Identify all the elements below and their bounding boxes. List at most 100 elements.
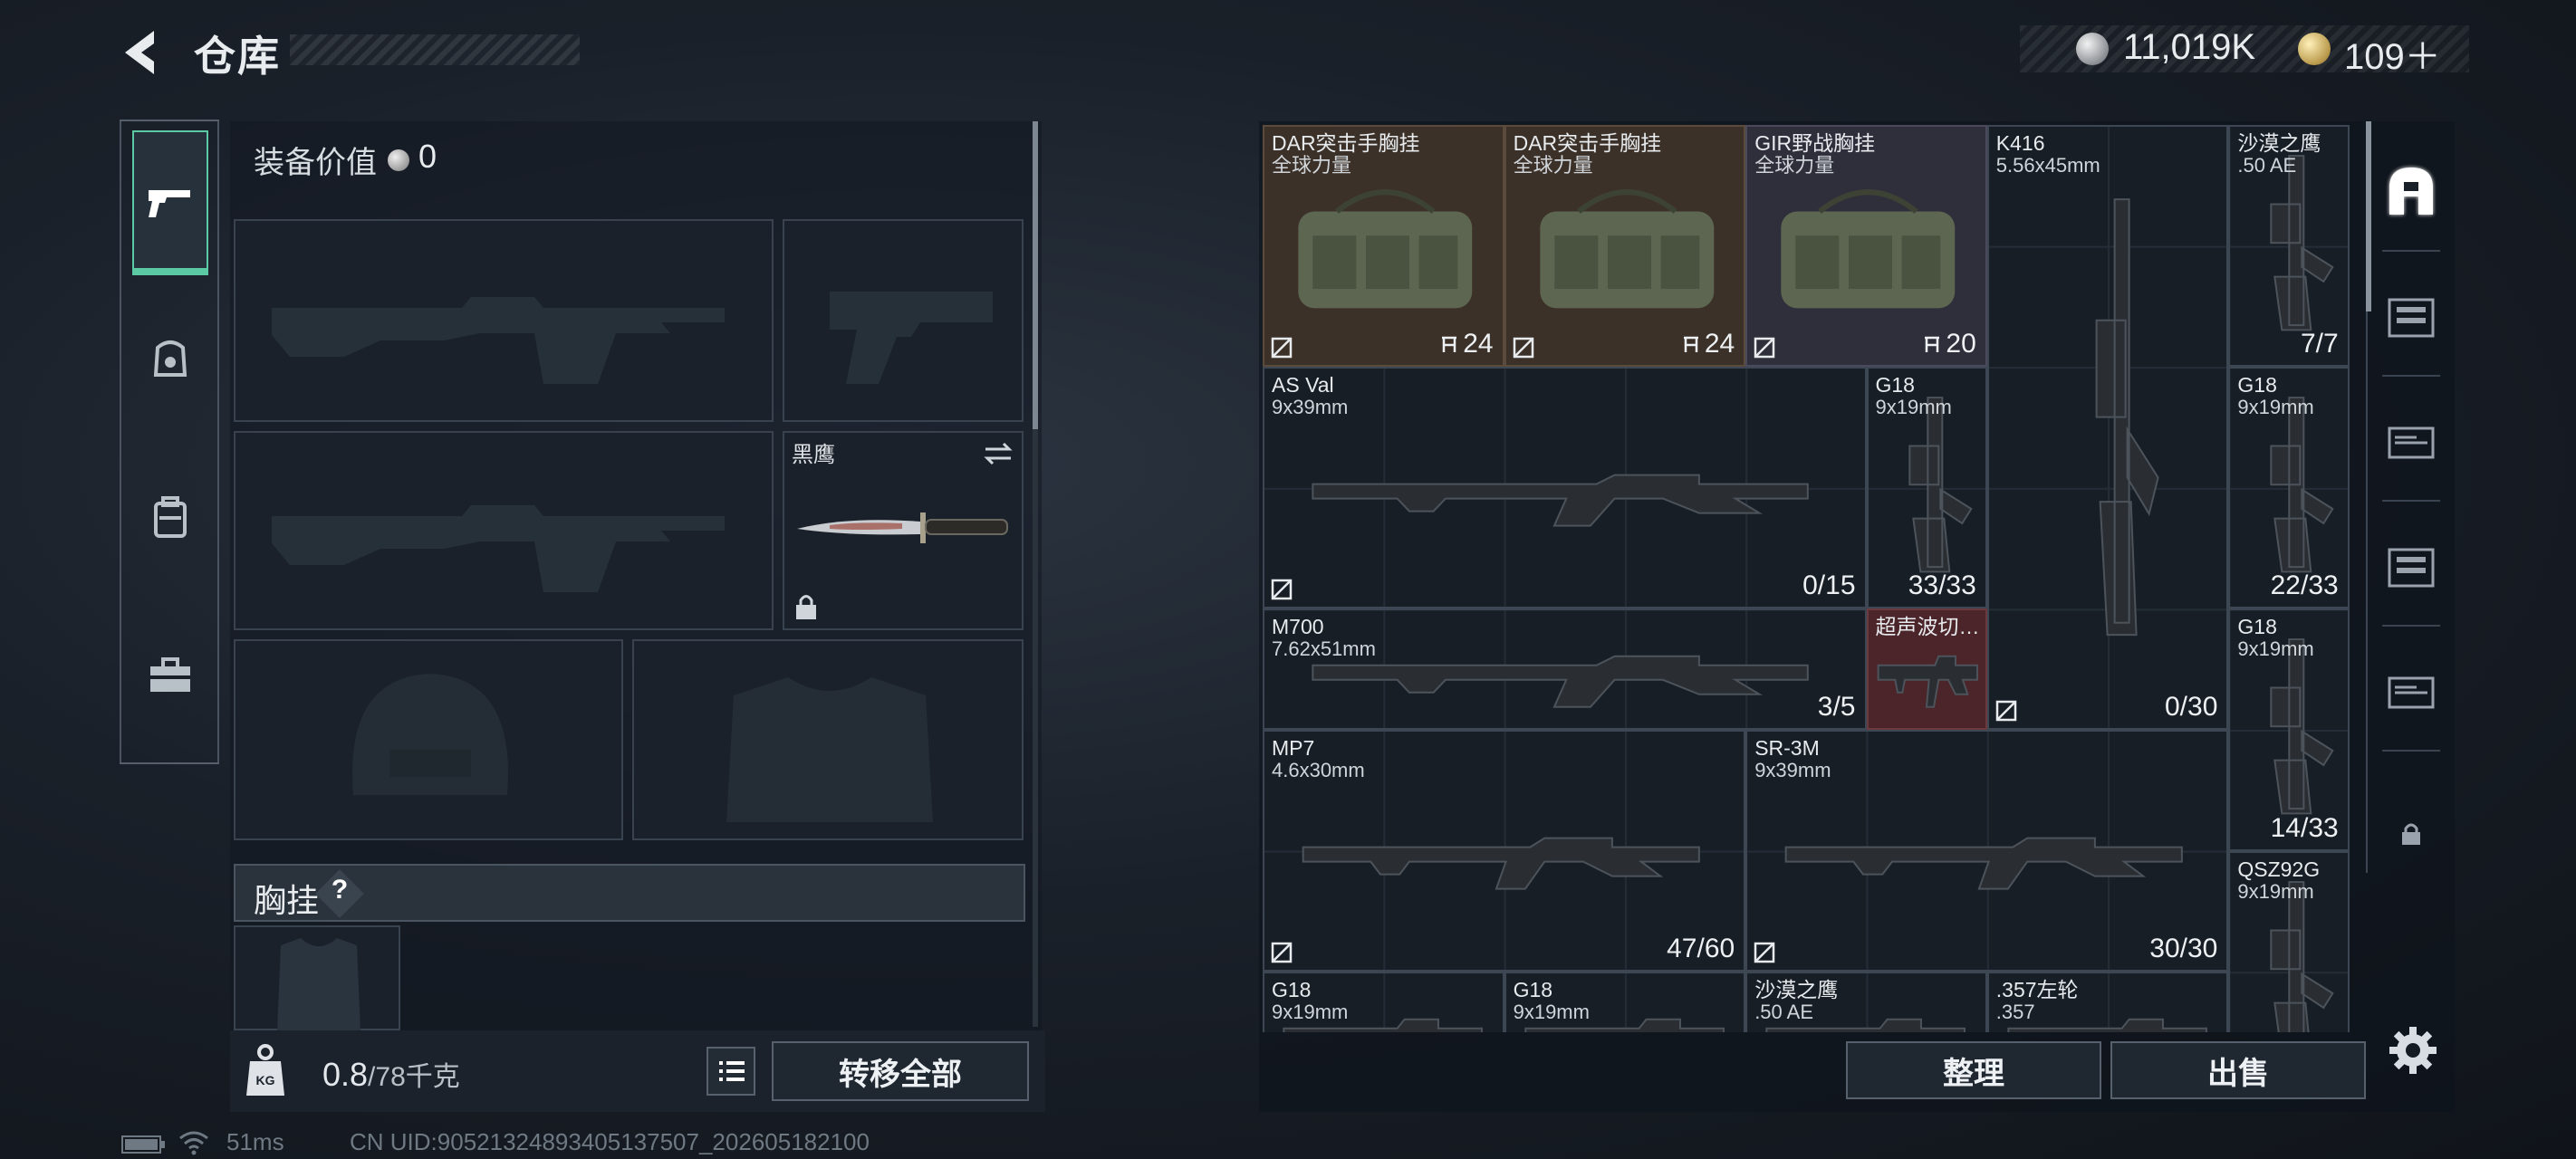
weapon-case-icon <box>2388 426 2435 459</box>
warehouse-item[interactable]: MP7 4.6x30mm 47/60 <box>1263 730 1746 972</box>
title-decoration <box>290 34 580 65</box>
warehouse-grid[interactable]: DAR突击手胸挂 全球力量 24 DAR突击手胸挂 全球力量 24 GIR野战胸挂 全球力… <box>1263 125 2350 1032</box>
coin-icon <box>388 149 409 171</box>
found-in-raid-icon <box>1513 337 1533 359</box>
item-count: 30/30 <box>2149 934 2217 964</box>
item-name: G18 <box>1272 978 1312 1002</box>
tab-separator <box>2382 625 2440 627</box>
item-name: 沙漠之鹰 <box>1754 978 1839 1002</box>
item-subtitle: .50 AE <box>1754 1001 1814 1024</box>
tab-storage-4[interactable] <box>2377 641 2446 741</box>
armor-slot[interactable] <box>632 639 1024 840</box>
item-count: 0/15 <box>1802 570 1855 601</box>
item-count: 33/33 <box>1908 570 1976 601</box>
weight-kg-icon: KG <box>246 1044 284 1096</box>
equipment-scroll-thumb[interactable] <box>1033 121 1038 429</box>
arrange-button[interactable]: 整理 <box>1846 1041 2101 1099</box>
tab-backpack[interactable] <box>132 445 208 590</box>
secondary-weapon-slot[interactable] <box>234 431 774 630</box>
warehouse-item[interactable]: G18 9x19mm <box>1263 972 1504 1032</box>
page-title: 仓库 <box>194 33 281 80</box>
helmet-slot[interactable] <box>234 639 623 840</box>
warehouse-item[interactable]: G18 9x19mm 14/33 <box>2228 608 2350 851</box>
tab-storage-1[interactable] <box>2377 266 2446 366</box>
tab-separator <box>2382 500 2440 502</box>
warehouse-item[interactable]: G18 9x19mm 33/33 <box>1866 367 1987 609</box>
warehouse-item[interactable]: DAR突击手胸挂 全球力量 24 <box>1263 125 1504 368</box>
item-subtitle: 9x39mm <box>1754 759 1831 781</box>
warehouse-item[interactable]: SR-3M 9x39mm 30/30 <box>1745 730 2229 972</box>
vest-silhouette-icon <box>277 938 360 1032</box>
melee-slot[interactable]: 黑鹰 <box>783 431 1024 630</box>
battery-icon <box>121 1135 165 1154</box>
backpack-icon <box>154 496 187 538</box>
tab-weapons[interactable] <box>132 130 208 275</box>
warehouse-item[interactable]: GIR野战胸挂 全球力量 20 <box>1745 125 1987 368</box>
item-subtitle: 4.6x30mm <box>1272 759 1365 781</box>
pistol-silhouette-icon <box>830 292 993 384</box>
max-weight: /78千克 <box>368 1062 460 1092</box>
warehouse-item[interactable]: AS Val 9x39mm 0/15 <box>1263 367 1867 609</box>
warehouse-item[interactable]: G18 9x19mm <box>1504 972 1746 1032</box>
warehouse-item[interactable]: QSZ92G 9x19mm <box>2228 850 2350 1032</box>
transfer-all-button[interactable]: 转移全部 <box>772 1041 1029 1101</box>
coin-icon <box>2076 33 2109 65</box>
item-count-value: 3/5 <box>1817 691 1856 722</box>
item-count-value: 47/60 <box>1667 934 1735 964</box>
warehouse-item[interactable]: G18 9x19mm 22/33 <box>2228 367 2350 609</box>
found-in-raid-icon <box>1271 337 1293 359</box>
premium-balance[interactable]: 109＋ <box>2344 27 2441 80</box>
warehouse-tab-scrollbar[interactable] <box>2366 121 2371 311</box>
tab-warehouse-main[interactable] <box>2377 141 2446 241</box>
item-subtitle: 全球力量 <box>1272 154 1352 177</box>
equipment-value-label: 装备价值 <box>254 146 377 180</box>
primary-weapon-slot[interactable] <box>234 219 774 422</box>
item-subtitle: 9x19mm <box>2237 879 2314 903</box>
tab-helmet[interactable] <box>132 288 208 433</box>
item-count-value: 24 <box>1704 329 1735 359</box>
lock-icon <box>796 595 816 619</box>
item-subtitle: 9x19mm <box>2237 637 2314 661</box>
settings-gear-icon[interactable] <box>2386 1023 2440 1078</box>
question-icon: ? <box>331 875 349 905</box>
item-count: 24 <box>1681 329 1735 359</box>
item-subtitle: 9x19mm <box>1513 1001 1590 1024</box>
warehouse-item[interactable]: K416 5.56x45mm 0/30 <box>1986 125 2229 730</box>
item-count-value: 24 <box>1463 329 1494 359</box>
warehouse-item[interactable]: 沙漠之鹰 .50 AE <box>1745 972 1987 1032</box>
item-name: G18 <box>1513 978 1553 1002</box>
found-in-raid-icon <box>1995 700 2017 722</box>
item-subtitle: 9x19mm <box>1272 1001 1349 1024</box>
item-count-value: 33/33 <box>1908 570 1976 601</box>
tab-storage-2[interactable] <box>2377 391 2446 491</box>
warehouse-item[interactable]: 超声波切… <box>1866 608 1987 730</box>
item-name: G18 <box>1875 373 1915 398</box>
container-icon <box>2388 298 2435 338</box>
tab-locked-slot[interactable] <box>2377 784 2446 884</box>
item-name: QSZ92G <box>2237 857 2321 881</box>
sidearm-slot[interactable] <box>783 219 1024 422</box>
sell-button[interactable]: 出售 <box>2110 1041 2366 1099</box>
item-count-value: 30/30 <box>2149 934 2218 964</box>
rifle-silhouette-icon <box>272 297 725 384</box>
item-count: 22/33 <box>2271 570 2339 601</box>
warehouse-item[interactable]: M700 7.62x51mm 3/5 <box>1263 608 1867 730</box>
warehouse-item[interactable]: 沙漠之鹰 .50 AE 7/7 <box>2228 125 2350 368</box>
item-count: 7/7 <box>2301 329 2339 359</box>
container-icon <box>2388 548 2435 588</box>
chest-rig-slot[interactable] <box>234 925 400 1032</box>
item-name: 超声波切… <box>1875 615 1980 639</box>
list-view-button[interactable] <box>706 1047 755 1096</box>
equipment-value: 0 <box>418 138 437 175</box>
tab-separator <box>2382 375 2440 377</box>
tab-separator <box>2382 750 2440 752</box>
item-count-value: 0/15 <box>1802 570 1856 601</box>
warehouse-item[interactable]: DAR突击手胸挂 全球力量 24 <box>1504 125 1746 368</box>
item-count-value: 20 <box>1946 329 1976 359</box>
warehouse-item[interactable]: .357左轮 .357 <box>1986 972 2229 1032</box>
back-button[interactable] <box>118 25 172 80</box>
tab-storage-3[interactable] <box>2377 516 2446 616</box>
swap-icon[interactable] <box>982 440 1014 467</box>
item-count: 0/30 <box>2165 692 2217 723</box>
tab-toolbox[interactable] <box>132 603 208 748</box>
